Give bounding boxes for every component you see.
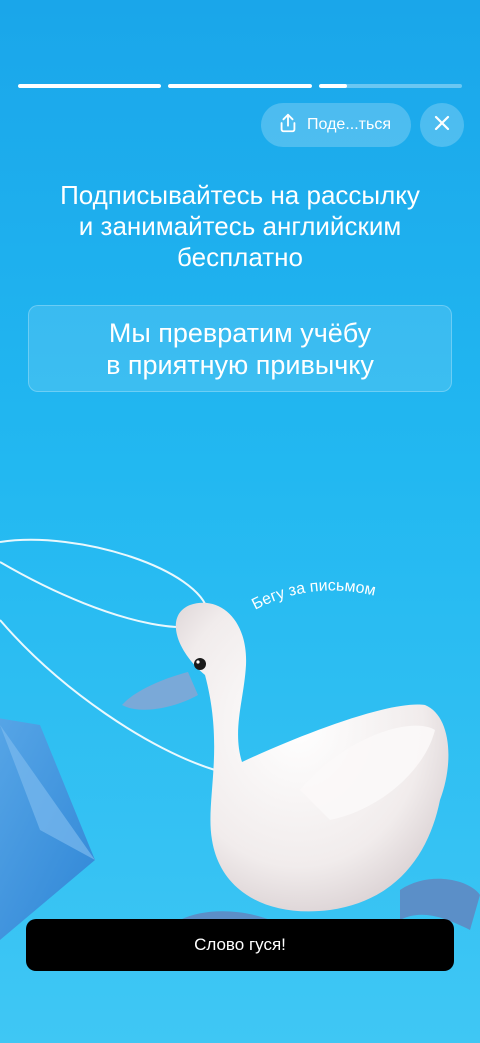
- progress-segment: [168, 84, 312, 88]
- subscribe-button[interactable]: Слово гуся!: [26, 919, 454, 971]
- progress-fill: [168, 84, 312, 88]
- story-progress: [18, 84, 462, 89]
- promo-card: Мы превратим учёбу в приятную привычку: [28, 305, 452, 392]
- goose-beak: [122, 672, 198, 710]
- share-button[interactable]: Поде...ться: [261, 103, 411, 147]
- share-label: Поде...ться: [307, 116, 391, 133]
- story-topbar: Поде...ться: [261, 103, 464, 147]
- progress-fill: [318, 84, 348, 88]
- subscribe-button-label: Слово гуся!: [194, 935, 286, 954]
- close-button[interactable]: [420, 103, 464, 147]
- story-headline: Подписывайтесь на рассылку и занимайтесь…: [60, 180, 420, 272]
- promo-card-text: Мы превратим учёбу в приятную привычку: [106, 317, 374, 380]
- illustration-caption: Бегу за письмом: [249, 577, 377, 613]
- share-icon: [277, 112, 299, 139]
- goose-body: [175, 602, 449, 912]
- goose-eye: [194, 658, 206, 670]
- progress-segment: [318, 84, 462, 88]
- close-icon: [432, 113, 452, 138]
- progress-fill: [18, 84, 162, 88]
- envelope-icon: [0, 718, 95, 940]
- progress-segment: [18, 84, 162, 88]
